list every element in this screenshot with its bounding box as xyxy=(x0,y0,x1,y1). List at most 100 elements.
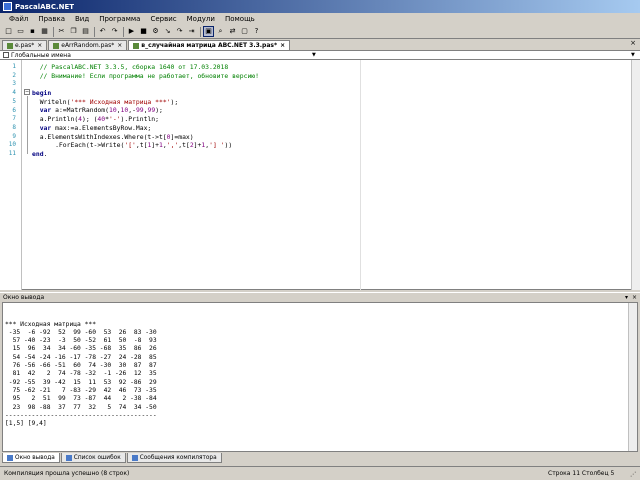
file-tab-bar: e.pas* × eArrRandom.pas* × в_случайная м… xyxy=(0,39,640,50)
output-line: 23 98 -88 37 77 32 5 74 34 -50 xyxy=(5,403,157,411)
line-number: 3 xyxy=(12,80,16,88)
output-text: *** Исходная матрица *** -35 -6 -92 52 9… xyxy=(5,321,637,429)
toolbar: □ ▭ ▪ ▦ ✂ ❐ ▤ ↶ ↷ ▶ ■ ⚙ ↘ ↷ ⇥ ▣ ⌕ ⇄ ▢? xyxy=(0,25,640,39)
tab-label: Сообщения компилятора xyxy=(139,454,217,461)
output-line: 54 -54 -24 -16 -17 -78 -27 24 -28 85 xyxy=(5,353,157,361)
menu-bar: Файл Правка Вид Программа Сервис Модули … xyxy=(0,13,640,25)
code-token: var xyxy=(39,123,52,132)
output-line: 95 2 51 99 73 -87 44 2 -38 -84 xyxy=(5,395,157,403)
undo-icon[interactable]: ↶ xyxy=(97,26,108,37)
cursor-position: Строка 11 Столбец 5 xyxy=(548,470,615,477)
tab-random-matrix-pas[interactable]: в_случайная матрица ABC.NET 3.3.pas* × xyxy=(128,40,291,50)
run-to-cursor-icon[interactable]: ⇥ xyxy=(186,26,197,37)
cut-icon[interactable]: ✂ xyxy=(56,26,67,37)
tab-compiler-messages[interactable]: Сообщения компилятора xyxy=(126,453,222,463)
line-number-gutter: 1 2 3 4 5 6 7 8 9 10 11 xyxy=(0,60,22,290)
chevron-down-icon[interactable]: ▼ xyxy=(631,52,637,58)
menu-help[interactable]: Помощь xyxy=(220,15,260,23)
file-icon xyxy=(53,42,60,49)
code-token: . xyxy=(43,149,48,158)
help-icon[interactable]: ? xyxy=(251,26,262,37)
code-line[interactable]: .ForEach(t->Write('[',t[1]+1,',',t[2]+1,… xyxy=(32,141,259,150)
output-line: [1,5] [9,4] xyxy=(5,420,47,428)
code-text[interactable]: // PascalABC.NET 3.3.5, сборка 1640 от 1… xyxy=(32,63,259,159)
menu-edit[interactable]: Правка xyxy=(33,15,70,23)
tab-error-list[interactable]: Список ошибок xyxy=(60,453,126,463)
status-bar: Компиляция прошла успешно (8 строк) Стро… xyxy=(0,466,640,480)
line-number: 10 xyxy=(8,141,16,149)
file-icon xyxy=(133,42,140,49)
fold-toggle-icon[interactable]: − xyxy=(24,89,30,95)
tab-e-pas[interactable]: e.pas* × xyxy=(2,40,48,50)
close-icon[interactable]: × xyxy=(37,42,42,49)
code-token: ).Println; xyxy=(120,115,160,124)
code-token: 40 xyxy=(97,115,106,124)
code-line[interactable]: a.Println(4); (40*'-').Println; xyxy=(32,115,259,124)
code-line[interactable]: begin xyxy=(32,89,259,98)
code-editor[interactable]: 1 2 3 4 5 6 7 8 9 10 11 − // PascalABC.NET 3.3.5, … xyxy=(0,60,640,290)
step-into-icon[interactable]: ↘ xyxy=(162,26,173,37)
tab-label: eArrRandom.pas* xyxy=(61,42,115,49)
line-number: 6 xyxy=(12,106,16,114)
redo-icon[interactable]: ↷ xyxy=(109,26,120,37)
code-token: ); ( xyxy=(82,115,98,124)
menu-service[interactable]: Сервис xyxy=(145,15,181,23)
toggle-output-icon[interactable]: ▣ xyxy=(203,26,214,37)
save-icon[interactable]: ▪ xyxy=(27,26,38,37)
code-line[interactable]: Writeln('*** Исходная матрица ***'); xyxy=(32,98,259,107)
chevron-down-icon[interactable]: ▼ xyxy=(312,52,318,58)
step-over-icon[interactable]: ↷ xyxy=(174,26,185,37)
close-icon[interactable]: × xyxy=(280,42,285,49)
new-icon[interactable]: □ xyxy=(3,26,14,37)
close-icon[interactable]: × xyxy=(117,42,122,49)
save-all-icon[interactable]: ▦ xyxy=(39,26,50,37)
code-token: ,- xyxy=(128,106,136,115)
output-line: 81 42 2 74 -78 -32 -1 -26 12 35 xyxy=(5,370,157,378)
code-line[interactable] xyxy=(32,80,259,89)
resize-grip-icon[interactable]: ⋰ xyxy=(630,471,638,479)
code-line[interactable]: var a:=MatrRandom(10,10,-99,99); xyxy=(32,106,259,115)
replace-icon[interactable]: ⇄ xyxy=(227,26,238,37)
menu-view[interactable]: Вид xyxy=(70,15,94,23)
toolbar-separator xyxy=(53,26,54,37)
tab-output[interactable]: Окно вывода xyxy=(2,453,60,463)
compile-icon[interactable]: ⚙ xyxy=(150,26,161,37)
line-number: 5 xyxy=(12,97,16,105)
menu-modules[interactable]: Модули xyxy=(182,15,220,23)
editor-scrollbar[interactable] xyxy=(631,60,640,290)
error-list-icon xyxy=(65,454,72,461)
code-token: a:=MatrRandom( xyxy=(51,106,109,115)
open-icon[interactable]: ▭ xyxy=(15,26,26,37)
output-line: 76 -56 -66 -51 60 74 -30 30 87 87 xyxy=(5,362,157,370)
menu-program[interactable]: Программа xyxy=(94,15,145,23)
code-token: // Внимание! Если программа не работает,… xyxy=(32,71,260,80)
output-line: *** Исходная матрица *** xyxy=(5,320,96,328)
fold-guide xyxy=(26,96,28,154)
copy-icon[interactable]: ❐ xyxy=(68,26,79,37)
close-all-icon[interactable]: × xyxy=(630,39,636,47)
code-line[interactable]: // Внимание! Если программа не работает,… xyxy=(32,72,259,81)
status-message: Компиляция прошла успешно (8 строк) xyxy=(4,470,130,477)
scope-icon xyxy=(3,52,9,58)
tab-label: Окно вывода xyxy=(15,454,55,461)
paste-icon[interactable]: ▤ xyxy=(80,26,91,37)
menu-file[interactable]: Файл xyxy=(4,15,33,23)
line-number: 8 xyxy=(12,123,16,131)
run-icon[interactable]: ▶ xyxy=(126,26,137,37)
pin-icon[interactable]: ▾ xyxy=(625,294,628,301)
form-icon[interactable]: ▢ xyxy=(239,26,250,37)
scope-navigator[interactable]: Глобальные имена ▼ ▼ xyxy=(0,50,640,60)
output-panel-header: Окно вывода ▾ × xyxy=(0,292,640,302)
output-window[interactable]: *** Исходная матрица *** -35 -6 -92 52 9… xyxy=(2,302,638,452)
find-icon[interactable]: ⌕ xyxy=(215,26,226,37)
close-icon[interactable]: × xyxy=(632,294,637,301)
code-token: 99 xyxy=(135,106,144,115)
tab-earrrandom-pas[interactable]: eArrRandom.pas* × xyxy=(48,40,128,50)
code-line[interactable]: var max:=a.ElementsByRow.Max; xyxy=(32,124,259,133)
stop-icon[interactable]: ■ xyxy=(138,26,149,37)
code-line[interactable]: a.ElementsWithIndexes.Where(t->t[0]=max) xyxy=(32,133,259,142)
code-token: max:=a.ElementsByRow.Max; xyxy=(51,123,152,132)
code-line[interactable]: end. xyxy=(32,150,259,159)
output-scrollbar[interactable] xyxy=(628,303,637,451)
code-line[interactable]: // PascalABC.NET 3.3.5, сборка 1640 от 1… xyxy=(32,63,259,72)
